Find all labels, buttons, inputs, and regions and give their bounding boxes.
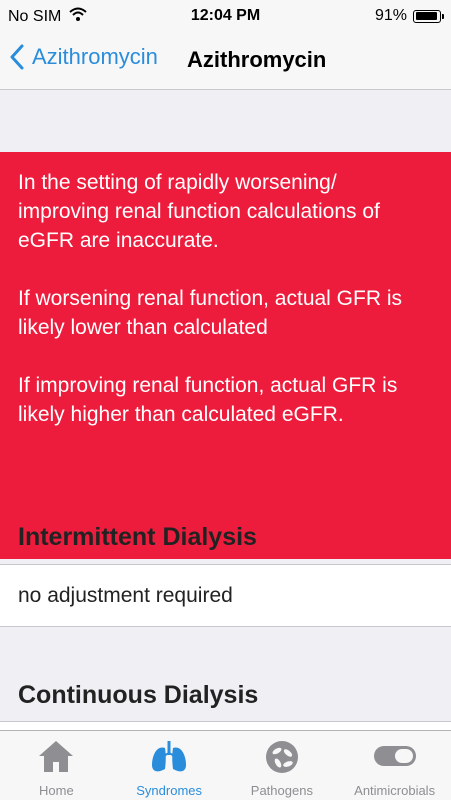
renal-warning-banner: In the setting of rapidly worsening/ imp… xyxy=(0,152,451,559)
tab-bar: Home Syndromes Pathogens Antimicrobials xyxy=(0,730,451,800)
battery-percent: 91% xyxy=(374,7,407,24)
status-bar: No SIM 12:04 PM 91% xyxy=(0,0,451,32)
tab-syndromes[interactable]: Syndromes xyxy=(113,731,226,800)
warning-paragraph: If improving renal function, actual GFR … xyxy=(18,374,398,426)
lungs-icon xyxy=(149,739,189,780)
battery-icon xyxy=(413,9,444,23)
tab-label: Home xyxy=(39,783,74,798)
main-content[interactable]: In the setting of rapidly worsening/ imp… xyxy=(0,90,451,730)
battery-status: 91% xyxy=(374,7,444,25)
warning-paragraph: In the setting of rapidly worsening/ imp… xyxy=(18,171,380,252)
section-header-intermittent-dialysis: Intermittent Dialysis xyxy=(18,523,257,551)
continuous-dialysis-row xyxy=(0,721,451,730)
chevron-left-icon xyxy=(10,44,24,70)
intermittent-dialysis-value: no adjustment required xyxy=(0,564,451,627)
section-header-continuous-dialysis: Continuous Dialysis xyxy=(18,681,259,709)
warning-paragraph: If worsening renal function, actual GFR … xyxy=(18,287,403,339)
tab-pathogens[interactable]: Pathogens xyxy=(226,731,339,800)
tab-label: Pathogens xyxy=(250,783,313,798)
tab-antimicrobials[interactable]: Antimicrobials xyxy=(338,731,451,800)
home-icon xyxy=(37,739,75,778)
pathogen-icon xyxy=(264,739,300,780)
tab-home[interactable]: Home xyxy=(0,731,113,800)
back-label: Azithromycin xyxy=(32,44,158,69)
pill-icon xyxy=(373,745,417,772)
page-title: Azithromycin xyxy=(187,47,327,72)
tab-label: Syndromes xyxy=(136,783,202,798)
navigation-bar: Azithromycin Azithromycin xyxy=(0,32,451,90)
back-button[interactable]: Azithromycin xyxy=(10,44,158,70)
tab-label: Antimicrobials xyxy=(354,783,436,798)
